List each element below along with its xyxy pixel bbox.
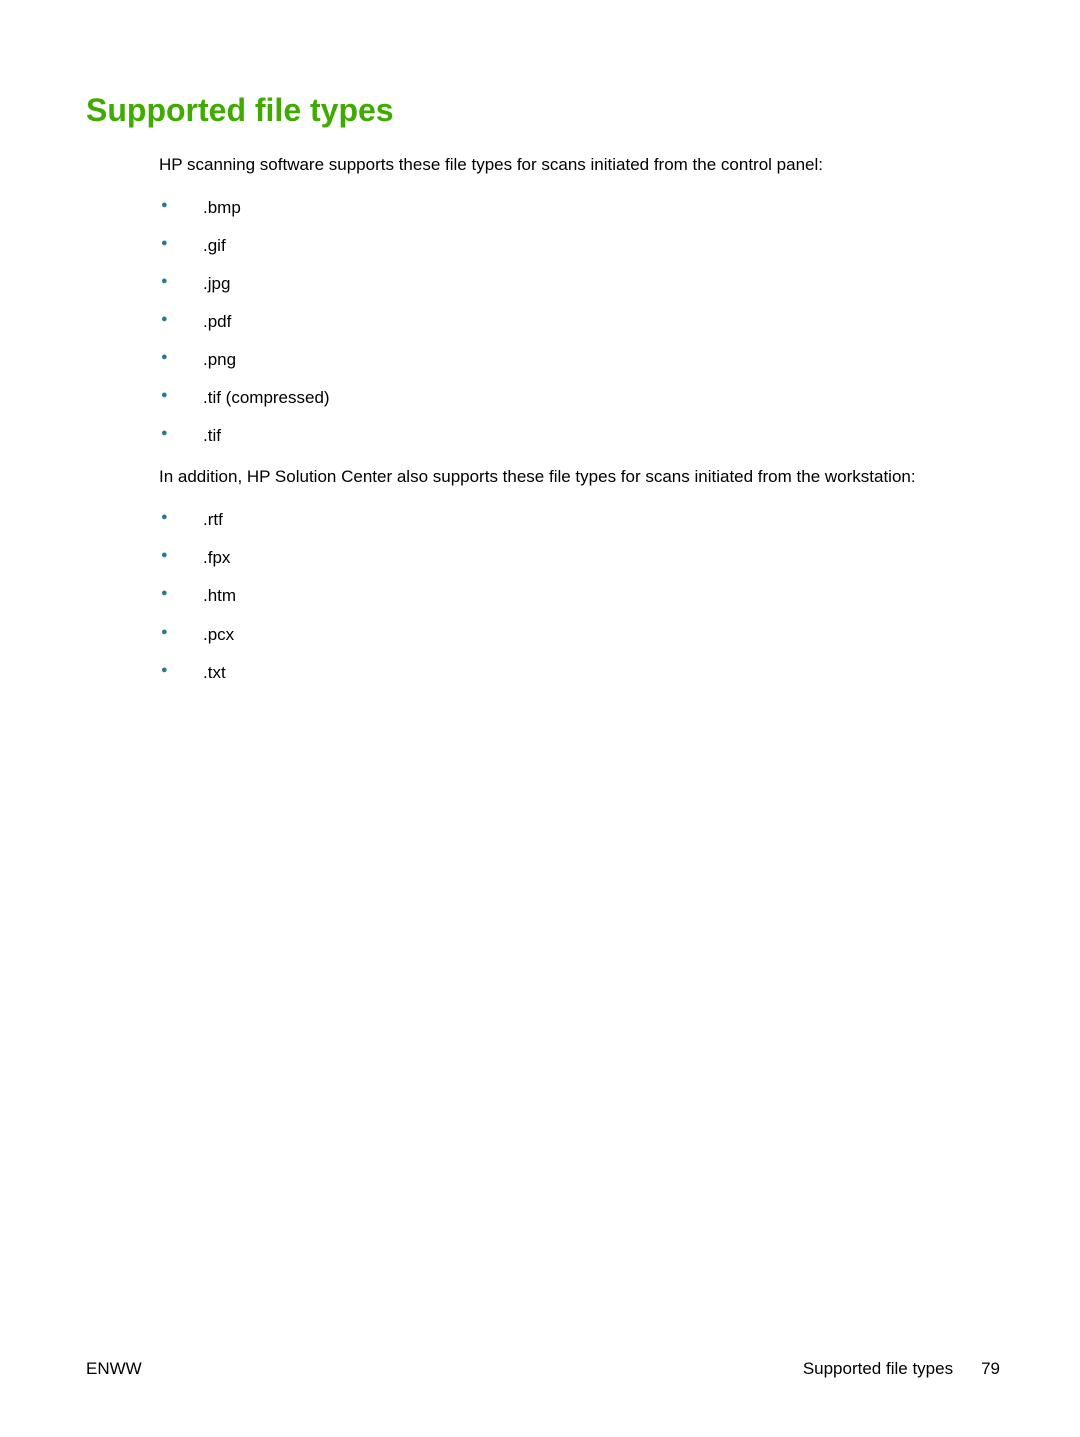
page-footer: ENWW Supported file types 79 (86, 1359, 1000, 1379)
file-type-list-1: .bmp .gif .jpg .pdf .png .tif (compresse… (159, 197, 1000, 448)
list-item: .pcx (159, 624, 1000, 646)
list-item: .htm (159, 585, 1000, 607)
footer-left-label: ENWW (86, 1359, 142, 1379)
list-item: .jpg (159, 273, 1000, 295)
footer-right-label: Supported file types (803, 1359, 953, 1379)
list-item: .pdf (159, 311, 1000, 333)
page-number: 79 (981, 1359, 1000, 1379)
list-item: .rtf (159, 509, 1000, 531)
page-heading: Supported file types (86, 92, 1000, 129)
list-item: .gif (159, 235, 1000, 257)
intro-paragraph-1: HP scanning software supports these file… (159, 153, 1000, 177)
list-item: .png (159, 349, 1000, 371)
list-item: .bmp (159, 197, 1000, 219)
list-item: .fpx (159, 547, 1000, 569)
intro-paragraph-2: In addition, HP Solution Center also sup… (159, 465, 1000, 489)
list-item: .tif (compressed) (159, 387, 1000, 409)
list-item: .txt (159, 662, 1000, 684)
file-type-list-2: .rtf .fpx .htm .pcx .txt (159, 509, 1000, 683)
list-item: .tif (159, 425, 1000, 447)
